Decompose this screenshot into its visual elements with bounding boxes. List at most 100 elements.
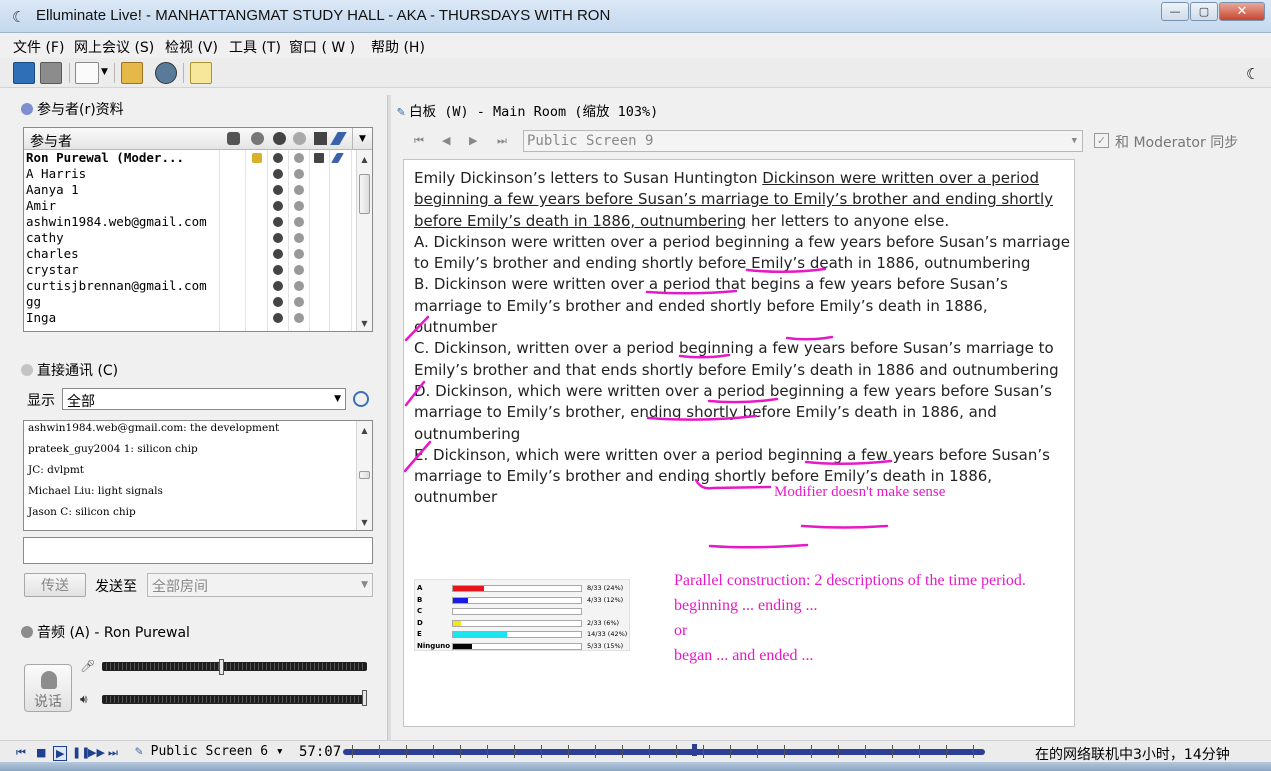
talk-button[interactable]: 说话 (24, 664, 72, 712)
stop-icon[interactable]: ■ (36, 746, 46, 759)
timeline-tick (811, 745, 812, 758)
chat-message: ashwin1984.web@gmail.com: the developmen… (28, 422, 280, 434)
scroll-up-icon[interactable]: ▲ (357, 152, 372, 166)
chat-icon (294, 153, 304, 163)
video-column-icon[interactable] (273, 132, 286, 145)
panel-divider[interactable] (387, 95, 391, 740)
chevron-down-icon[interactable]: ▼ (101, 67, 108, 77)
participants-scrollbar[interactable]: ▲ ▼ (356, 150, 372, 331)
skip-start-icon[interactable]: ⏮ (16, 746, 26, 760)
play-icon[interactable]: ▶ (53, 746, 68, 761)
participant-row[interactable]: cathy (24, 230, 372, 246)
close-button[interactable]: ✕ (1219, 2, 1265, 21)
send-to-select[interactable]: 全部房间 ▼ (147, 573, 373, 597)
participant-row[interactable]: ashwin1984.web@gmail.com (24, 214, 372, 230)
chat-icon (294, 297, 304, 307)
timeline-position-marker[interactable] (692, 744, 697, 756)
participant-row[interactable]: A Harris (24, 166, 372, 182)
screen-select-value: Public Screen 9 (527, 133, 654, 149)
participants-column-header[interactable]: 参与者 (30, 131, 72, 151)
window-title: Elluminate Live! - MANHATTANGMAT STUDY H… (36, 7, 611, 24)
send-to-label: 发送至 (95, 579, 137, 595)
save-icon[interactable] (13, 62, 35, 84)
first-screen-icon[interactable]: ⏮ (414, 134, 424, 148)
notes-icon[interactable] (190, 62, 212, 84)
participant-name: Amir (26, 198, 57, 213)
whiteboard-pen-icon[interactable] (330, 132, 347, 145)
mic-column-icon[interactable] (251, 132, 264, 145)
scroll-down-icon[interactable]: ▼ (357, 515, 372, 529)
previous-screen-icon[interactable]: ◀ (442, 134, 450, 147)
timeline-tick (514, 745, 515, 758)
chat-icon (294, 249, 304, 259)
participant-row[interactable]: charles (24, 246, 372, 262)
fast-forward-icon[interactable]: ▶▶ (88, 746, 105, 759)
whiteboard-canvas[interactable]: Emily Dickinson’s letters to Susan Hunti… (403, 159, 1075, 727)
avatar-icon (273, 169, 283, 179)
participants-list: 参与者 ▼ Ron Purewal (Moder... A Harris Aany… (23, 127, 373, 332)
participant-row[interactable]: crystar (24, 262, 372, 278)
scroll-thumb[interactable] (359, 174, 370, 214)
sync-checkbox[interactable]: ✓ (1094, 133, 1109, 148)
participant-row[interactable]: Inga (24, 310, 372, 326)
menu-window[interactable]: 窗口 ( W ) (289, 37, 355, 57)
layout-icon[interactable] (75, 62, 99, 84)
chat-message: prateek_guy2004 1: silicon chip (28, 443, 198, 455)
skip-end-icon[interactable]: ⏭ (108, 746, 118, 760)
columns-dropdown[interactable]: ▼ (352, 128, 372, 150)
window-controls: — ▢ ✕ (1160, 2, 1265, 21)
scroll-thumb[interactable] (359, 471, 370, 479)
timeline-tick (433, 745, 434, 758)
maximize-button[interactable]: ▢ (1190, 2, 1218, 21)
participant-row[interactable]: gg (24, 294, 372, 310)
playback-timeline[interactable] (343, 749, 985, 755)
underline-ended-b (678, 353, 731, 359)
last-screen-icon[interactable]: ⏭ (497, 134, 507, 148)
chat-column-icon[interactable] (293, 132, 306, 145)
mic-volume-knob[interactable] (219, 659, 225, 675)
mic-volume-slider[interactable] (102, 662, 367, 671)
participant-name: Aanya 1 (26, 182, 79, 197)
load-folder-icon[interactable] (121, 62, 143, 84)
chat-filter-select[interactable]: 全部 ▼ (62, 388, 346, 410)
participant-row[interactable]: curtisjbrennan@gmail.com (24, 278, 372, 294)
scroll-up-icon[interactable]: ▲ (357, 423, 372, 437)
timeline-tick (595, 745, 596, 758)
minimize-button[interactable]: — (1161, 2, 1189, 21)
chat-scrollbar[interactable]: ▲ ▼ (356, 421, 372, 530)
speaker-volume-knob[interactable] (362, 690, 368, 706)
next-screen-icon[interactable]: ▶ (469, 134, 477, 147)
menu-session[interactable]: 网上会议 (S) (74, 37, 154, 57)
menu-view[interactable]: 检视 (V) (165, 37, 218, 57)
participant-row[interactable]: Aanya 1 (24, 182, 372, 198)
menu-tools[interactable]: 工具 (T) (229, 37, 281, 57)
menu-help[interactable]: 帮助 (H) (371, 37, 425, 57)
menu-file[interactable]: 文件 (F) (13, 37, 64, 57)
menu-bar: 文件 (F) 网上会议 (S) 检视 (V) 工具 (T) 窗口 ( W ) 帮… (0, 34, 1271, 58)
participant-row[interactable]: Ron Purewal (Moder... (24, 150, 372, 166)
talk-label: 说话 (34, 694, 62, 710)
scroll-down-icon[interactable]: ▼ (357, 316, 372, 330)
chat-input[interactable] (23, 537, 373, 564)
microphone-icon (21, 626, 33, 638)
poll-bar-fill (453, 620, 461, 626)
clock-icon[interactable] (353, 391, 369, 407)
poll-bar-fill (453, 632, 507, 637)
webcam-icon[interactable] (155, 62, 177, 84)
timeline-tick (406, 745, 407, 758)
chat-log[interactable]: ashwin1984.web@gmail.com: the developmen… (23, 420, 373, 531)
desktop-share-icon[interactable] (314, 132, 327, 145)
raise-hand-icon[interactable] (227, 132, 240, 145)
strike-mark-d (404, 440, 432, 473)
mic-icon (252, 153, 262, 163)
speaker-volume-slider[interactable] (102, 695, 367, 704)
print-icon[interactable] (40, 62, 62, 84)
timeline-tick (757, 745, 758, 758)
participant-row[interactable]: Amir (24, 198, 372, 214)
underline-beginning-a (745, 267, 827, 274)
chat-message: JC: dvlpmt (28, 464, 85, 476)
send-button[interactable]: 传送 (24, 573, 86, 597)
screen-select[interactable]: Public Screen 9 ▼ (523, 130, 1083, 152)
playback-screen-label[interactable]: ✎ Public Screen 6 ▾ (135, 744, 284, 759)
toolbar-separator (69, 63, 70, 83)
